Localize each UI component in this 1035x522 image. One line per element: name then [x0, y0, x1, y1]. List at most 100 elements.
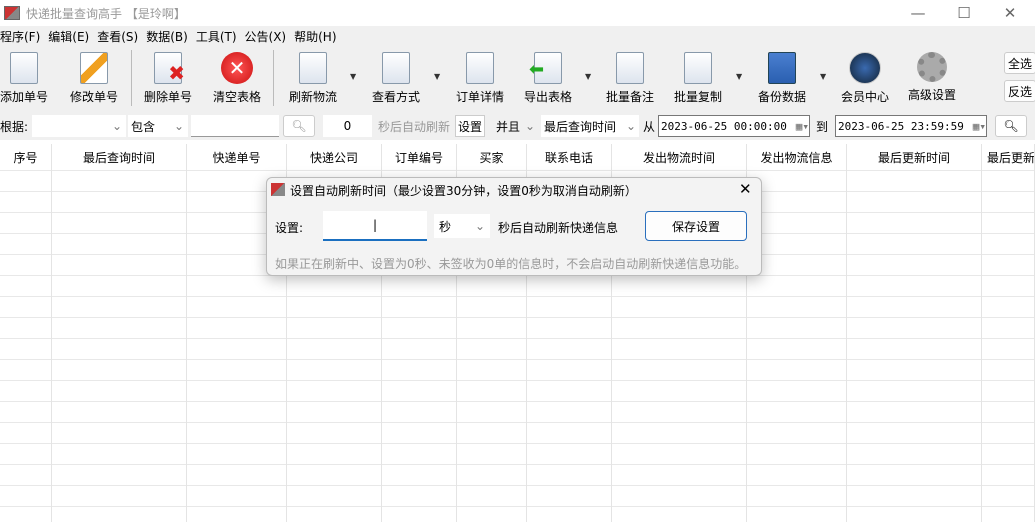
column-header[interactable]: 最后更新 [982, 144, 1035, 170]
clear-icon: ✕ [221, 52, 253, 84]
menu-program[interactable]: 程序(F) [0, 28, 44, 45]
to-datetime-picker[interactable]: 2023-06-25 23:59:59 ▦▾ [835, 115, 987, 137]
label: 批量备注 [605, 90, 654, 104]
search-icon: 🔍︎ [1003, 119, 1019, 133]
separator [273, 50, 274, 106]
menu-tools[interactable]: 工具(T) [196, 28, 241, 45]
member-center-button[interactable]: 会员中心 [835, 52, 895, 105]
checklist-icon [382, 52, 410, 84]
save-settings-button[interactable]: 保存设置 [645, 211, 747, 241]
pencil-icon [80, 52, 108, 84]
search-button[interactable]: 🔍︎ [283, 115, 315, 137]
column-header[interactable]: 快递单号 [187, 144, 287, 170]
operator-value: 包含 [131, 119, 156, 134]
add-number-button[interactable]: 添加单号 [0, 52, 54, 105]
menu-notice[interactable]: 公告(X) [245, 28, 291, 45]
column-header[interactable]: 订单编号 [382, 144, 457, 170]
menu-view[interactable]: 查看(S) [97, 28, 142, 45]
seconds-input[interactable]: 0 [323, 115, 372, 137]
select-all-button[interactable]: 全选 [1004, 52, 1035, 74]
column-header[interactable]: 买家 [457, 144, 527, 170]
refresh-logistics-button[interactable]: 刷新物流 [283, 52, 343, 105]
order-detail-button[interactable]: 订单详情 [450, 52, 510, 105]
label: 删除单号 [143, 90, 192, 104]
search-icon: 🔍︎ [291, 119, 307, 133]
menu-data[interactable]: 数据(B) [146, 28, 192, 45]
delete-number-button[interactable]: ✖ 删除单号 [138, 52, 198, 105]
label: 清空表格 [212, 90, 261, 104]
separator [131, 50, 132, 106]
table-column [747, 144, 847, 522]
refresh-dropdown-icon[interactable]: ▼ [350, 72, 356, 81]
edit-number-button[interactable]: 修改单号 [64, 52, 124, 105]
menu-help[interactable]: 帮助(H) [294, 28, 340, 45]
menu-bar: 程序(F) 编辑(E) 查看(S) 数据(B) 工具(T) 公告(X) 帮助(H… [0, 26, 1035, 46]
backup-data-button[interactable]: 备份数据 [752, 52, 812, 105]
column-header[interactable]: 序号 [0, 144, 52, 170]
batch-note-button[interactable]: 批量备注 [600, 52, 660, 105]
column-header[interactable]: 发出物流时间 [612, 144, 747, 170]
auto-refresh-label: 秒后自动刷新 [378, 119, 451, 134]
from-label: 从 [643, 119, 656, 134]
logic-select[interactable]: 并且 ⌄ [492, 115, 538, 137]
calendar-icon[interactable]: ▦▾ [973, 120, 986, 133]
menu-edit[interactable]: 编辑(E) [48, 28, 93, 45]
label: 备份数据 [757, 90, 806, 104]
label: 会员中心 [840, 90, 889, 104]
view-mode-button[interactable]: 查看方式 [366, 52, 426, 105]
export-table-button[interactable]: ⬅ 导出表格 [518, 52, 578, 105]
floppy-icon [768, 52, 796, 84]
maximize-button[interactable]: ☐ [941, 0, 987, 26]
delete-document-icon: ✖ [154, 52, 185, 85]
column-header[interactable]: 最后查询时间 [52, 144, 187, 170]
column-header[interactable]: 快递公司 [287, 144, 382, 170]
operator-select[interactable]: 包含 ⌄ [128, 115, 188, 137]
copy-dropdown-icon[interactable]: ▼ [736, 72, 742, 81]
dialog-close-button[interactable]: ✕ [739, 180, 752, 198]
time-field-value: 最后查询时间 [544, 119, 617, 134]
label: 修改单号 [69, 90, 118, 104]
title-bar: 快递批量查询高手 【是玲啊】 — ☐ ✕ [0, 0, 1035, 26]
minimize-button[interactable]: — [895, 0, 941, 26]
dialog-title: 设置自动刷新时间（最少设置30分钟，设置0秒为取消自动刷新） [290, 184, 637, 198]
view-dropdown-icon[interactable]: ▼ [434, 72, 440, 81]
app-icon [271, 183, 285, 196]
close-button[interactable]: ✕ [987, 0, 1033, 26]
filter-bar: 根据: ⌄ 包含 ⌄ 🔍︎ 0 秒后自动刷新 设置 并且 ⌄ 最后查询时间 ⌄ 从 2… [0, 112, 1035, 140]
clock-icon [849, 52, 881, 84]
set-button[interactable]: 设置 [455, 115, 485, 137]
invert-selection-button[interactable]: 反选 [1004, 80, 1035, 102]
export-icon: ⬅ [529, 52, 562, 84]
date-search-button[interactable]: 🔍︎ [995, 115, 1027, 137]
by-label: 根据: [0, 119, 29, 134]
detail-icon [466, 52, 494, 84]
label: 导出表格 [523, 90, 572, 104]
label: 高级设置 [907, 88, 956, 102]
time-field-select[interactable]: 最后查询时间 ⌄ [541, 115, 639, 137]
clear-table-button[interactable]: ✕ 清空表格 [207, 52, 267, 105]
interval-input[interactable]: | [323, 211, 427, 241]
advanced-settings-button[interactable]: 高级设置 [902, 52, 962, 103]
keyword-input[interactable] [191, 115, 279, 137]
app-icon [4, 6, 20, 20]
label: 批量复制 [673, 90, 722, 104]
calendar-icon[interactable]: ▦▾ [796, 120, 809, 133]
field-select[interactable]: ⌄ [32, 115, 126, 137]
toolbar: 添加单号 修改单号 ✖ 删除单号 ✕ 清空表格 刷新物流 ▼ 查看方式 ▼ 订单详情… [0, 46, 1035, 112]
table-column [847, 144, 982, 522]
from-datetime-picker[interactable]: 2023-06-25 00:00:00 ▦▾ [658, 115, 810, 137]
window-title: 快递批量查询高手 【是玲啊】 [26, 6, 186, 21]
unit-select[interactable]: 秒 ⌄ [434, 214, 490, 238]
copy-icon [684, 52, 712, 84]
document-icon [10, 52, 38, 84]
label: 查看方式 [371, 90, 420, 104]
column-header[interactable]: 发出物流信息 [747, 144, 847, 170]
export-dropdown-icon[interactable]: ▼ [585, 72, 591, 81]
table-column [52, 144, 187, 522]
table-column [982, 144, 1035, 522]
column-header[interactable]: 最后更新时间 [847, 144, 982, 170]
backup-dropdown-icon[interactable]: ▼ [820, 72, 826, 81]
batch-copy-button[interactable]: 批量复制 [668, 52, 728, 105]
column-header[interactable]: 联系电话 [527, 144, 612, 170]
label: 订单详情 [455, 90, 504, 104]
